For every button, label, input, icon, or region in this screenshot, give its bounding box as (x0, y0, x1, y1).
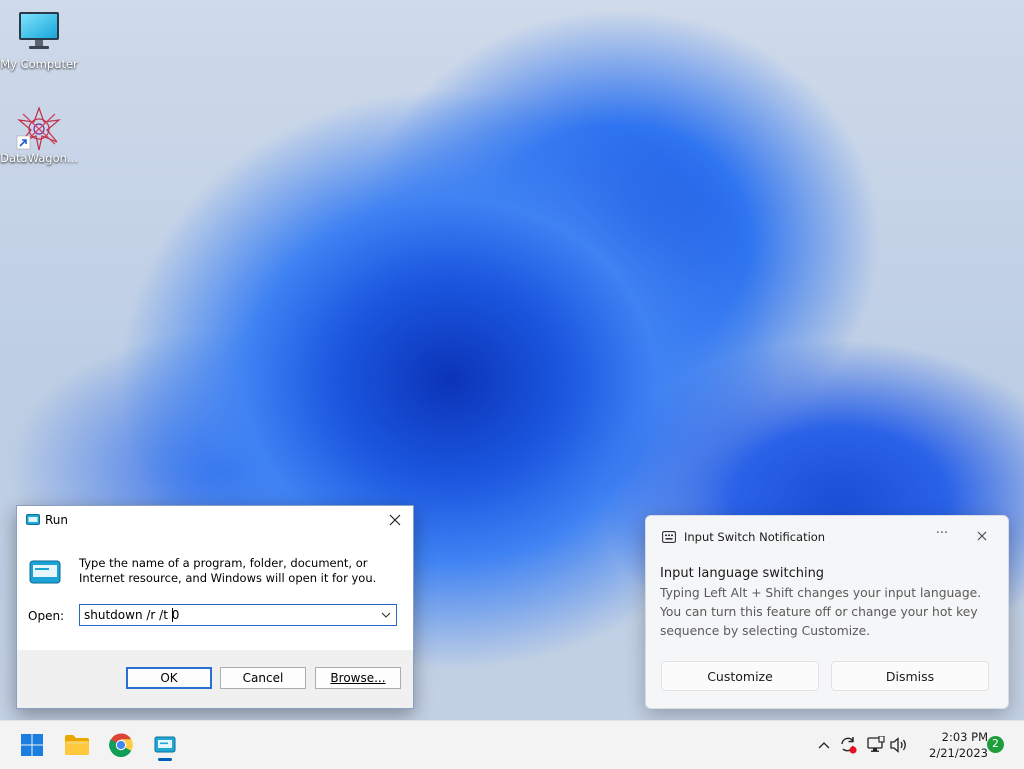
start-button[interactable] (13, 726, 51, 764)
browse-button[interactable]: Browse... (315, 667, 401, 689)
chrome-icon (109, 733, 133, 757)
ok-button[interactable]: OK (126, 667, 212, 689)
customize-button[interactable]: Customize (661, 661, 819, 691)
taskbar-run[interactable] (146, 726, 184, 764)
text-caret (172, 608, 173, 622)
chevron-down-icon (381, 612, 391, 618)
run-icon (26, 514, 40, 525)
notification-close-button[interactable] (972, 526, 992, 546)
more-options-button[interactable]: ··· (932, 526, 952, 546)
network-button[interactable] (865, 735, 885, 755)
desktop-icon-my-computer[interactable]: My Computer (0, 10, 78, 71)
notification-heading: Input language switching (660, 566, 825, 581)
command-input[interactable] (84, 607, 374, 623)
close-icon (977, 531, 987, 541)
clock[interactable]: 2:03 PM 2/21/2023 (914, 729, 988, 761)
input-switch-notification: Input Switch Notification ··· Input lang… (645, 515, 1009, 709)
run-dialog-title: Run (45, 513, 69, 527)
monitor-icon (19, 12, 59, 49)
run-dialog-body: Type the name of a program, folder, docu… (17, 534, 413, 650)
taskbar-chrome[interactable] (102, 726, 140, 764)
desktop-icon-label: My Computer (0, 57, 78, 71)
volume-button[interactable] (889, 735, 909, 755)
show-hidden-icons-button[interactable] (814, 735, 834, 755)
file-explorer-icon (65, 735, 89, 755)
dismiss-button[interactable]: Dismiss (831, 661, 989, 691)
taskbar-file-explorer[interactable] (58, 726, 96, 764)
taskbar: 2:03 PM 2/21/2023 2 (0, 720, 1024, 769)
start-icon (21, 734, 43, 756)
close-button[interactable] (383, 510, 407, 530)
sync-status-button[interactable] (838, 735, 858, 755)
network-icon (867, 736, 885, 752)
sync-alert-icon (841, 737, 857, 754)
datawagon-icon (16, 106, 61, 151)
run-dialog-titlebar[interactable]: Run (17, 506, 413, 534)
run-icon (154, 736, 176, 753)
run-program-icon (29, 560, 61, 584)
notification-count-badge[interactable]: 2 (987, 736, 1004, 753)
cancel-button[interactable]: Cancel (220, 667, 306, 689)
desktop-icon-label: DataWagon... (0, 151, 78, 165)
open-combobox[interactable] (79, 604, 397, 626)
chevron-up-icon (818, 742, 830, 749)
clock-date: 2/21/2023 (929, 746, 988, 760)
open-label: Open: (28, 609, 65, 623)
clock-time: 2:03 PM (941, 730, 988, 744)
keyboard-icon (662, 531, 676, 543)
close-icon (389, 514, 401, 526)
notification-message: Typing Left Alt + Shift changes your inp… (660, 586, 982, 638)
run-description: Type the name of a program, folder, docu… (79, 556, 377, 585)
desktop-icon-datawagon[interactable]: DataWagon... (0, 106, 78, 165)
desktop-wallpaper: My Computer DataWagon... Run Type the na… (0, 0, 1024, 720)
run-dialog: Run Type the name of a program, folder, … (16, 505, 414, 709)
volume-icon (890, 737, 906, 753)
notification-app-name: Input Switch Notification (684, 530, 826, 544)
dropdown-button[interactable] (379, 608, 393, 622)
